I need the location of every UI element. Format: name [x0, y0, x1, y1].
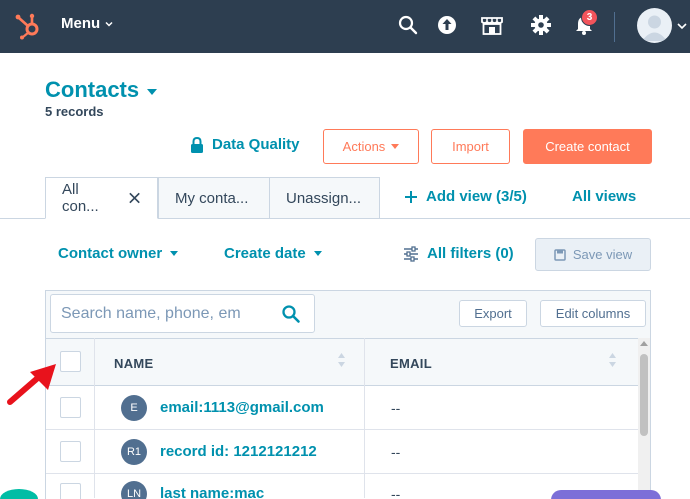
sliders-icon — [404, 245, 418, 262]
filter-label: Create date — [224, 245, 306, 262]
record-count: 5 records — [45, 104, 104, 119]
sort-icon[interactable] — [337, 352, 346, 368]
export-button[interactable]: Export — [459, 300, 527, 327]
contact-name-link[interactable]: last name:mac — [160, 485, 264, 499]
column-divider — [364, 338, 365, 498]
data-quality-label: Data Quality — [212, 136, 300, 153]
tab-unassigned[interactable]: Unassign... — [269, 177, 380, 219]
row-checkbox[interactable] — [60, 441, 81, 462]
plus-icon — [405, 190, 417, 203]
menu-button[interactable]: Menu — [61, 15, 113, 32]
import-button[interactable]: Import — [431, 129, 510, 164]
save-view-label: Save view — [572, 247, 633, 262]
edit-columns-button[interactable]: Edit columns — [540, 300, 646, 327]
search-input[interactable] — [61, 303, 271, 325]
contact-name-link[interactable]: email:1113@gmail.com — [160, 399, 324, 416]
contact-email: -- — [391, 486, 401, 499]
notification-badge: 3 — [581, 9, 598, 26]
column-header-name[interactable]: NAME — [114, 356, 153, 371]
scroll-up-arrow-icon[interactable] — [640, 341, 648, 346]
all-filters-button[interactable]: All filters (0) — [403, 245, 514, 262]
caret-down-icon — [147, 88, 158, 95]
column-divider — [94, 338, 95, 498]
caret-down-icon — [313, 251, 322, 256]
contact-owner-filter[interactable]: Contact owner — [58, 245, 179, 262]
menu-label: Menu — [61, 15, 101, 32]
actions-button[interactable]: Actions — [323, 129, 419, 164]
avatar[interactable] — [637, 8, 672, 43]
all-views-link[interactable]: All views — [572, 188, 636, 205]
tab-label: My conta... — [175, 189, 249, 207]
page-title-text: Contacts — [45, 77, 140, 102]
help-widget[interactable] — [0, 489, 38, 499]
create-contact-button[interactable]: Create contact — [523, 129, 652, 164]
column-header-email[interactable]: EMAIL — [390, 356, 432, 371]
save-view-button[interactable]: Save view — [535, 238, 651, 271]
create-contact-label: Create contact — [545, 139, 630, 154]
top-nav: Menu 3 — [0, 0, 690, 53]
search-icon[interactable] — [397, 14, 419, 36]
chat-widget[interactable] — [551, 490, 661, 499]
nav-divider — [614, 12, 615, 42]
contact-email: -- — [391, 400, 401, 416]
tab-all-contacts[interactable]: All con... — [45, 177, 158, 219]
tab-my-contacts[interactable]: My conta... — [158, 177, 270, 219]
chevron-down-icon — [105, 21, 113, 27]
filter-label: Contact owner — [58, 245, 163, 262]
actions-label: Actions — [342, 139, 386, 154]
red-arrow-annotation-icon — [7, 364, 56, 405]
row-checkbox[interactable] — [60, 483, 81, 499]
save-icon — [554, 248, 566, 261]
marketplace-icon[interactable] — [480, 14, 504, 36]
table-search[interactable] — [50, 294, 315, 333]
contact-avatar: E — [121, 395, 147, 421]
scrollbar-thumb[interactable] — [640, 354, 648, 436]
close-icon[interactable] — [128, 191, 141, 205]
page-title[interactable]: Contacts — [45, 77, 158, 103]
create-date-filter[interactable]: Create date — [224, 245, 322, 262]
upgrade-icon[interactable] — [436, 14, 458, 36]
tab-label: All con... — [62, 181, 99, 215]
user-silhouette-icon — [642, 15, 667, 41]
tab-label: Unassign... — [286, 189, 362, 207]
sort-icon[interactable] — [608, 352, 617, 368]
import-label: Import — [452, 139, 489, 154]
caret-down-icon — [170, 251, 179, 256]
select-all-checkbox[interactable] — [60, 351, 81, 372]
add-view-label: Add view (3/5) — [426, 188, 527, 205]
contact-email: -- — [391, 444, 401, 460]
gear-icon[interactable] — [530, 14, 552, 36]
lock-icon — [191, 136, 203, 153]
contact-avatar: R1 — [121, 439, 147, 465]
contact-name-link[interactable]: record id: 1212121212 — [160, 443, 317, 460]
data-quality-link[interactable]: Data Quality — [190, 136, 300, 153]
chevron-down-icon[interactable] — [677, 21, 687, 31]
caret-down-icon — [391, 144, 400, 149]
add-view-button[interactable]: Add view (3/5) — [404, 188, 527, 205]
search-icon[interactable] — [281, 304, 301, 324]
row-checkbox[interactable] — [60, 397, 81, 418]
all-filters-label: All filters (0) — [427, 245, 514, 262]
hubspot-logo-icon[interactable] — [14, 12, 42, 40]
